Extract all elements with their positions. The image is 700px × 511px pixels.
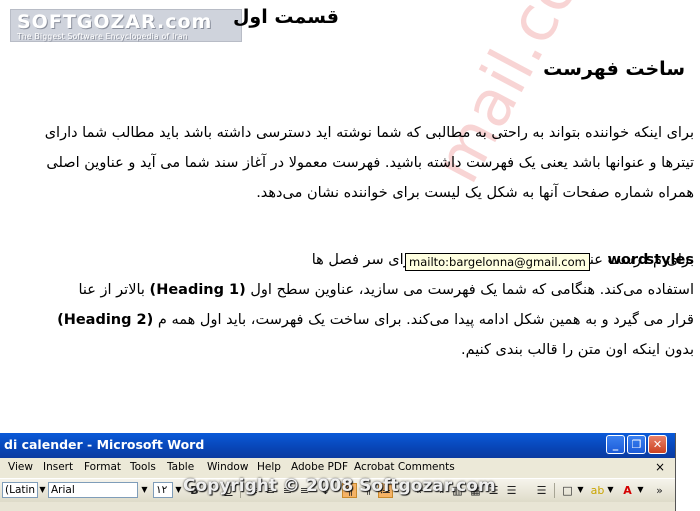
paragraph-line: استفاده می‌کند. هنگامی که شما یک فهرست م… — [57, 275, 694, 305]
chevron-down-icon[interactable]: ▼ — [636, 483, 645, 497]
part-heading: قسمت اول — [232, 6, 339, 28]
highlight-icon[interactable]: ab — [590, 483, 605, 498]
paragraph-line: قرار می گیرد و به همین شکل ادامه پیدا می… — [57, 305, 694, 335]
maximize-button[interactable]: ❐ — [627, 435, 646, 454]
paragraph-intro: برای اینکه خواننده بتواند به راحتی به مط… — [45, 118, 694, 208]
paragraph-line: بدون اینکه اون متن را قالب بندی کنیم. — [461, 342, 694, 358]
word-window: di calender - Microsoft Word _ ❐ ✕ View … — [0, 433, 676, 511]
indent-icon[interactable]: ☰ — [504, 483, 519, 498]
menu-adobe-pdf[interactable]: Adobe PDF — [291, 461, 348, 473]
document-page: SOFTGOZAR.com The Biggest Software Encyc… — [0, 0, 700, 511]
toolbar-options-icon[interactable]: » — [652, 483, 667, 498]
heading2-keyword: (Heading 2) — [57, 312, 154, 328]
paragraph-line: تیترها و عنوانها باشد یعنی یک فهرست داشت… — [46, 155, 694, 171]
paragraph-line-start: قرار می گیرد و به همین شکل ادامه پیدا می… — [157, 312, 694, 328]
menu-window[interactable]: Window — [207, 461, 248, 473]
paragraph-line: همراه شماره صفحات آنها به شکل یک لیست بر… — [256, 185, 694, 201]
paragraph-line: برای اینکه خواننده بتواند به راحتی به مط… — [44, 125, 694, 141]
menu-acrobat-comments[interactable]: Acrobat Comments — [354, 461, 455, 473]
logo-name: SOFTGOZAR.com — [17, 11, 213, 33]
logo-tagline: The Biggest Software Encyclopedia of Ira… — [17, 32, 188, 41]
mailto-tooltip: mailto:bargelonna@gmail.com — [405, 253, 590, 271]
menu-tools[interactable]: Tools — [130, 461, 156, 473]
outside-border-icon[interactable]: □ — [560, 483, 575, 498]
chevron-down-icon[interactable]: ▼ — [38, 483, 47, 497]
chevron-down-icon[interactable]: ▼ — [140, 483, 149, 497]
word-menu-bar: View Insert Format Tools Table Window He… — [0, 458, 675, 478]
secondary-toolbar — [0, 502, 675, 511]
section-heading: ساخت فهرست — [543, 58, 685, 80]
menu-help[interactable]: Help — [257, 461, 281, 473]
font-size-select[interactable]: ۱۲ — [153, 482, 173, 498]
paragraph-line-start: استفاده می‌کند. هنگامی که شما یک فهرست م… — [250, 282, 694, 298]
page-margin — [678, 433, 700, 511]
softgozar-logo: SOFTGOZAR.com The Biggest Software Encyc… — [10, 9, 242, 42]
menu-view[interactable]: View — [8, 461, 33, 473]
copyright-watermark: Copyright © 2008 Softgozar.com — [183, 476, 496, 496]
close-button[interactable]: ✕ — [648, 435, 667, 454]
font-select[interactable]: Arial — [48, 482, 138, 498]
chevron-down-icon[interactable]: ▼ — [606, 483, 615, 497]
script-select[interactable]: (Latin — [2, 482, 38, 498]
chevron-down-icon[interactable]: ▼ — [174, 483, 183, 497]
list-style-icon[interactable]: ☰ — [534, 483, 549, 498]
paragraph-line-end: بالاتر از عنا — [78, 282, 145, 298]
menu-format[interactable]: Format — [84, 461, 121, 473]
chevron-down-icon[interactable]: ▼ — [576, 483, 585, 497]
document-close-icon[interactable]: × — [655, 460, 665, 474]
word-window-title: di calender - Microsoft Word — [4, 437, 205, 452]
font-color-icon[interactable]: A — [620, 483, 635, 498]
styles-keyword: styles — [645, 252, 694, 268]
menu-table[interactable]: Table — [167, 461, 194, 473]
menu-insert[interactable]: Insert — [43, 461, 73, 473]
word-title-bar[interactable]: di calender - Microsoft Word _ ❐ ✕ — [0, 433, 675, 458]
minimize-button[interactable]: _ — [606, 435, 625, 454]
heading1-keyword: (Heading 1) — [149, 282, 246, 298]
toolbar-separator — [554, 483, 555, 498]
